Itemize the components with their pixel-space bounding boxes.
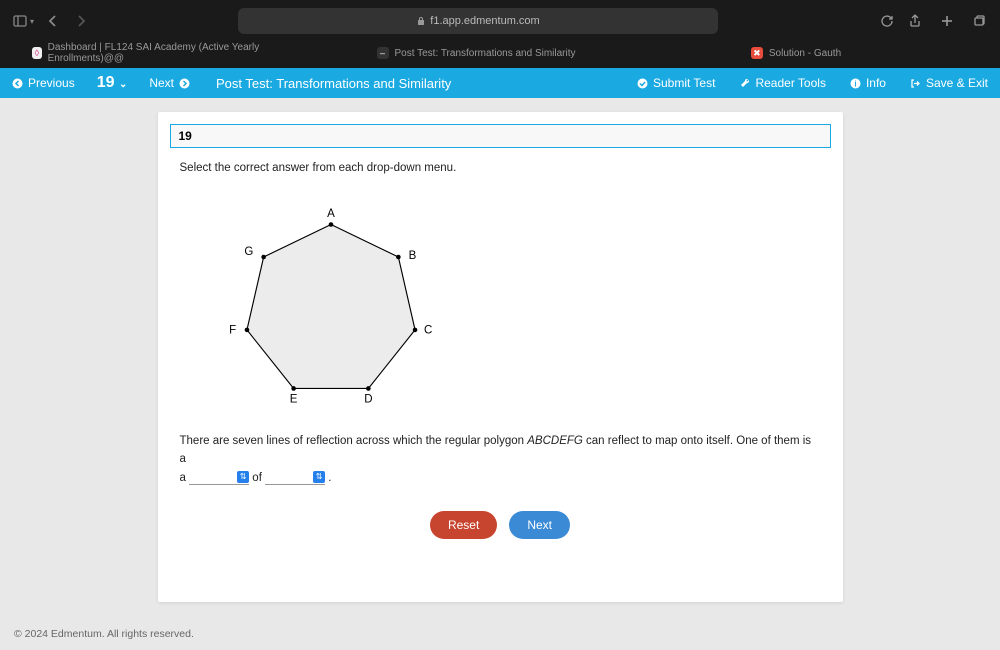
polygon-name: ABCDEFG [527, 435, 583, 447]
previous-button[interactable]: Previous [0, 68, 87, 98]
url-text: f1.app.edmentum.com [430, 15, 539, 27]
question-card: 19 Select the correct answer from each d… [158, 112, 843, 602]
tab-label: Solution - Gauth [769, 48, 841, 59]
question-text: There are seven lines of reflection acro… [158, 426, 843, 493]
forward-button[interactable] [72, 12, 90, 30]
dropdown-2[interactable]: ⇅ [265, 470, 325, 485]
app-toolbar: Previous 19 ⌄ Next Post Test: Transforma… [0, 68, 1000, 98]
dropdown-1[interactable]: ⇅ [189, 470, 249, 485]
vertex-label-F: F [229, 325, 236, 337]
vertex-label-E: E [289, 394, 297, 406]
lock-icon [416, 16, 426, 26]
next-question-button[interactable]: Next [509, 511, 570, 539]
previous-label: Previous [28, 76, 75, 90]
footer-text: © 2024 Edmentum. All rights reserved. [14, 628, 194, 640]
reload-button[interactable] [878, 12, 896, 30]
favicon-icon: ◊ [32, 47, 42, 59]
info-icon: i [850, 78, 861, 89]
chevron-left-icon [12, 78, 23, 89]
share-icon[interactable] [906, 12, 924, 30]
save-exit-button[interactable]: Save & Exit [898, 76, 1000, 90]
new-tab-icon[interactable] [938, 12, 956, 30]
heptagon-diagram: A B C D E F G [158, 180, 843, 426]
tab-label: Dashboard | FL124 SAI Academy (Active Ye… [48, 42, 280, 64]
vertex-label-C: C [423, 325, 431, 337]
chevron-down-icon: ⌄ [119, 79, 127, 90]
question-number-display[interactable]: 19 ⌄ [87, 74, 138, 92]
wrench-icon [739, 78, 750, 89]
check-icon [637, 78, 648, 89]
dropdown-handle-icon: ⇅ [237, 471, 249, 483]
page-title: Post Test: Transformations and Similarit… [202, 76, 625, 91]
browser-chrome: ▾ f1.app.edmentum.com [0, 0, 1000, 42]
back-button[interactable] [44, 12, 62, 30]
action-buttons: Reset Next [158, 493, 843, 559]
chevron-right-icon [179, 78, 190, 89]
content-area: 19 Select the correct answer from each d… [0, 98, 1000, 602]
svg-text:i: i [854, 79, 856, 88]
vertex-label-A: A [327, 208, 335, 220]
tab-dashboard[interactable]: ◊ Dashboard | FL124 SAI Academy (Active … [20, 38, 340, 68]
next-label: Next [149, 76, 174, 90]
reader-tools-button[interactable]: Reader Tools [727, 76, 838, 90]
vertex-label-D: D [364, 394, 372, 406]
reset-button[interactable]: Reset [430, 511, 497, 539]
next-button[interactable]: Next [137, 68, 202, 98]
exit-icon [910, 78, 921, 89]
submit-test-button[interactable]: Submit Test [625, 76, 727, 90]
sidebar-toggle[interactable]: ▾ [12, 13, 34, 29]
browser-tabs: ◊ Dashboard | FL124 SAI Academy (Active … [0, 42, 1000, 68]
url-bar[interactable]: f1.app.edmentum.com [238, 8, 718, 34]
question-number-bar: 19 [170, 124, 831, 148]
question-instruction: Select the correct answer from each drop… [158, 148, 843, 180]
vertex-label-G: G [244, 246, 253, 258]
dropdown-handle-icon: ⇅ [313, 471, 325, 483]
tab-label: Post Test: Transformations and Similarit… [395, 48, 576, 59]
tab-solution[interactable]: ✖ Solution - Gauth [660, 43, 980, 63]
info-button[interactable]: i Info [838, 76, 898, 90]
heptagon-svg: A B C D E F G [216, 190, 446, 420]
favicon-icon: ✖ [751, 47, 763, 59]
vertex-label-B: B [408, 250, 416, 262]
tab-posttest[interactable]: – Post Test: Transformations and Similar… [340, 43, 660, 63]
tabs-overview-icon[interactable] [970, 12, 988, 30]
favicon-icon: – [377, 47, 389, 59]
